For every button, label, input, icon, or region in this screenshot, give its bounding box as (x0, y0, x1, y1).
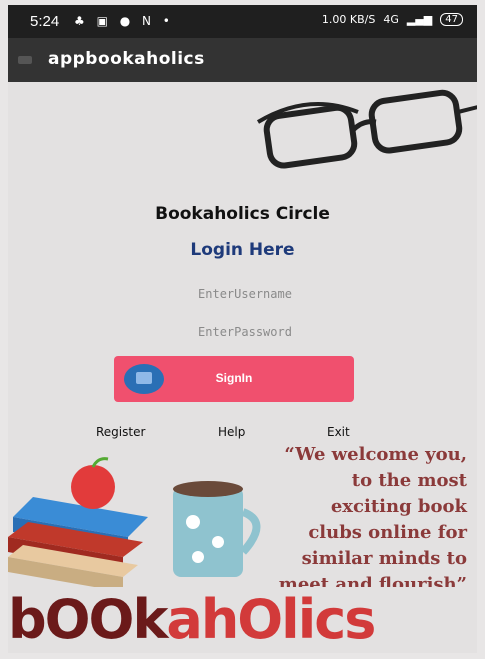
login-subtitle: Login Here (190, 240, 295, 260)
brand-logo: bOOkahOlics (8, 587, 477, 653)
network-type: 4G (383, 13, 399, 26)
status-time: 5:24 (30, 13, 60, 30)
password-input[interactable] (128, 316, 362, 348)
signal-icon: ▂▄▆ (406, 13, 433, 26)
welcome-line: similar minds to (301, 548, 467, 569)
username-input[interactable] (128, 278, 362, 310)
welcome-line: clubs online for (308, 522, 467, 543)
welcome-message: “We welcome you, to the most exciting bo… (207, 442, 467, 598)
app-title: appbookaholics (48, 49, 205, 69)
signin-label: SignIn (215, 371, 253, 385)
glasses-illustration (256, 89, 477, 169)
status-right: 1.00 KB/S 4G ▂▄▆ 47 (322, 13, 463, 26)
battery-icon: 47 (440, 13, 463, 26)
register-link[interactable]: Register (96, 425, 145, 439)
welcome-line: to the most (351, 470, 467, 491)
login-content: Bookaholics Circle Login Here SignIn Reg… (8, 82, 477, 653)
phone-screen: 5:24 ♣ ▣ ● N • 1.00 KB/S 4G ▂▄▆ 47 appbo… (0, 0, 485, 659)
brand-part-2: ahOlics (166, 588, 376, 651)
app-icon (18, 56, 32, 64)
signin-button[interactable]: SignIn (114, 356, 354, 402)
app-bar: appbookaholics (8, 38, 477, 82)
welcome-line: exciting book (330, 496, 467, 517)
notification-icons: ♣ ▣ ● N • (74, 14, 174, 28)
brand-part-1: bOOk (8, 588, 168, 651)
welcome-line: “We welcome you, (284, 444, 467, 465)
status-bar: 5:24 ♣ ▣ ● N • 1.00 KB/S 4G ▂▄▆ 47 (8, 5, 477, 38)
page-title: Bookaholics Circle (155, 204, 330, 224)
exit-link[interactable]: Exit (327, 425, 350, 439)
network-speed: 1.00 KB/S (321, 13, 376, 26)
help-link[interactable]: Help (218, 425, 245, 439)
